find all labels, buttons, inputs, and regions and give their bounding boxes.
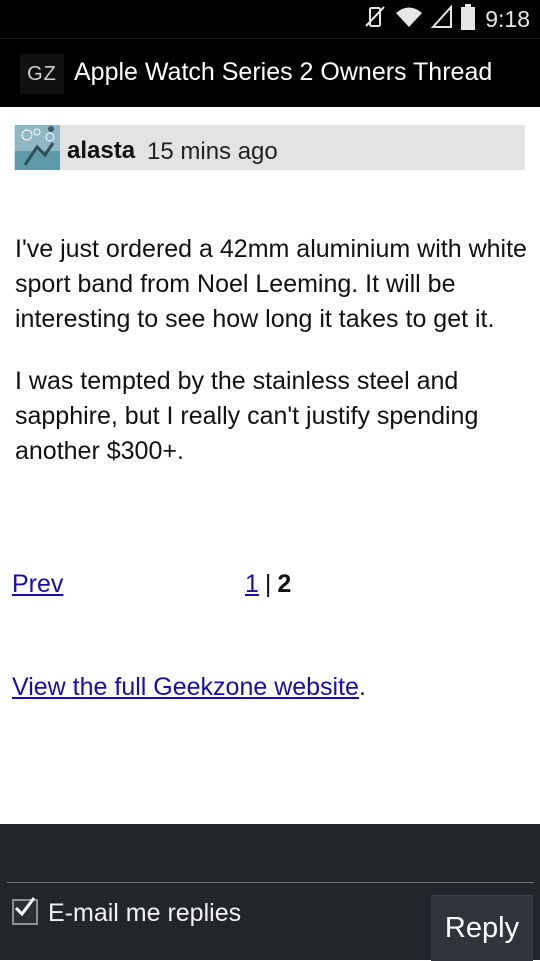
reply-panel: E-mail me replies Reply (0, 824, 540, 961)
current-page: 2 (277, 570, 292, 598)
post-paragraph: I've just ordered a 42mm aluminium with … (15, 235, 527, 333)
wifi-icon (395, 5, 423, 34)
app-logo[interactable]: GZ (20, 54, 64, 94)
post-time: 15 mins ago (147, 138, 278, 165)
status-icons: 9:18 (363, 0, 530, 38)
page-1-link[interactable]: 1 (245, 570, 259, 598)
reply-input[interactable] (7, 844, 534, 883)
pagination: 1 | 2 (245, 570, 291, 599)
action-bar: GZ Apple Watch Series 2 Owners Thread (0, 38, 540, 107)
post-paragraph: I was tempted by the stainless steel and… (15, 367, 479, 465)
email-replies-label[interactable]: E-mail me replies (48, 899, 241, 928)
status-bar: 9:18 (0, 0, 540, 38)
reply-button[interactable]: Reply (431, 895, 533, 961)
signal-icon (430, 3, 453, 34)
prev-page-link[interactable]: Prev (12, 570, 63, 599)
battery-icon (461, 3, 476, 35)
page-separator: | (264, 570, 272, 598)
full-site-link[interactable]: View the full Geekzone website (12, 673, 359, 701)
post-header: alasta 15 mins ago (14, 125, 525, 170)
post-body: I've just ordered a 42mm aluminium with … (15, 232, 530, 496)
email-replies-checkbox[interactable] (12, 897, 38, 925)
vibrate-mute-icon (363, 4, 387, 35)
status-time: 9:18 (485, 5, 530, 32)
avatar[interactable] (15, 125, 60, 170)
footer-trailing: . (358, 673, 366, 701)
footer-line: View the full Geekzone website. (12, 673, 366, 702)
post-author[interactable]: alasta (67, 137, 135, 165)
page-title: Apple Watch Series 2 Owners Thread (74, 58, 493, 86)
